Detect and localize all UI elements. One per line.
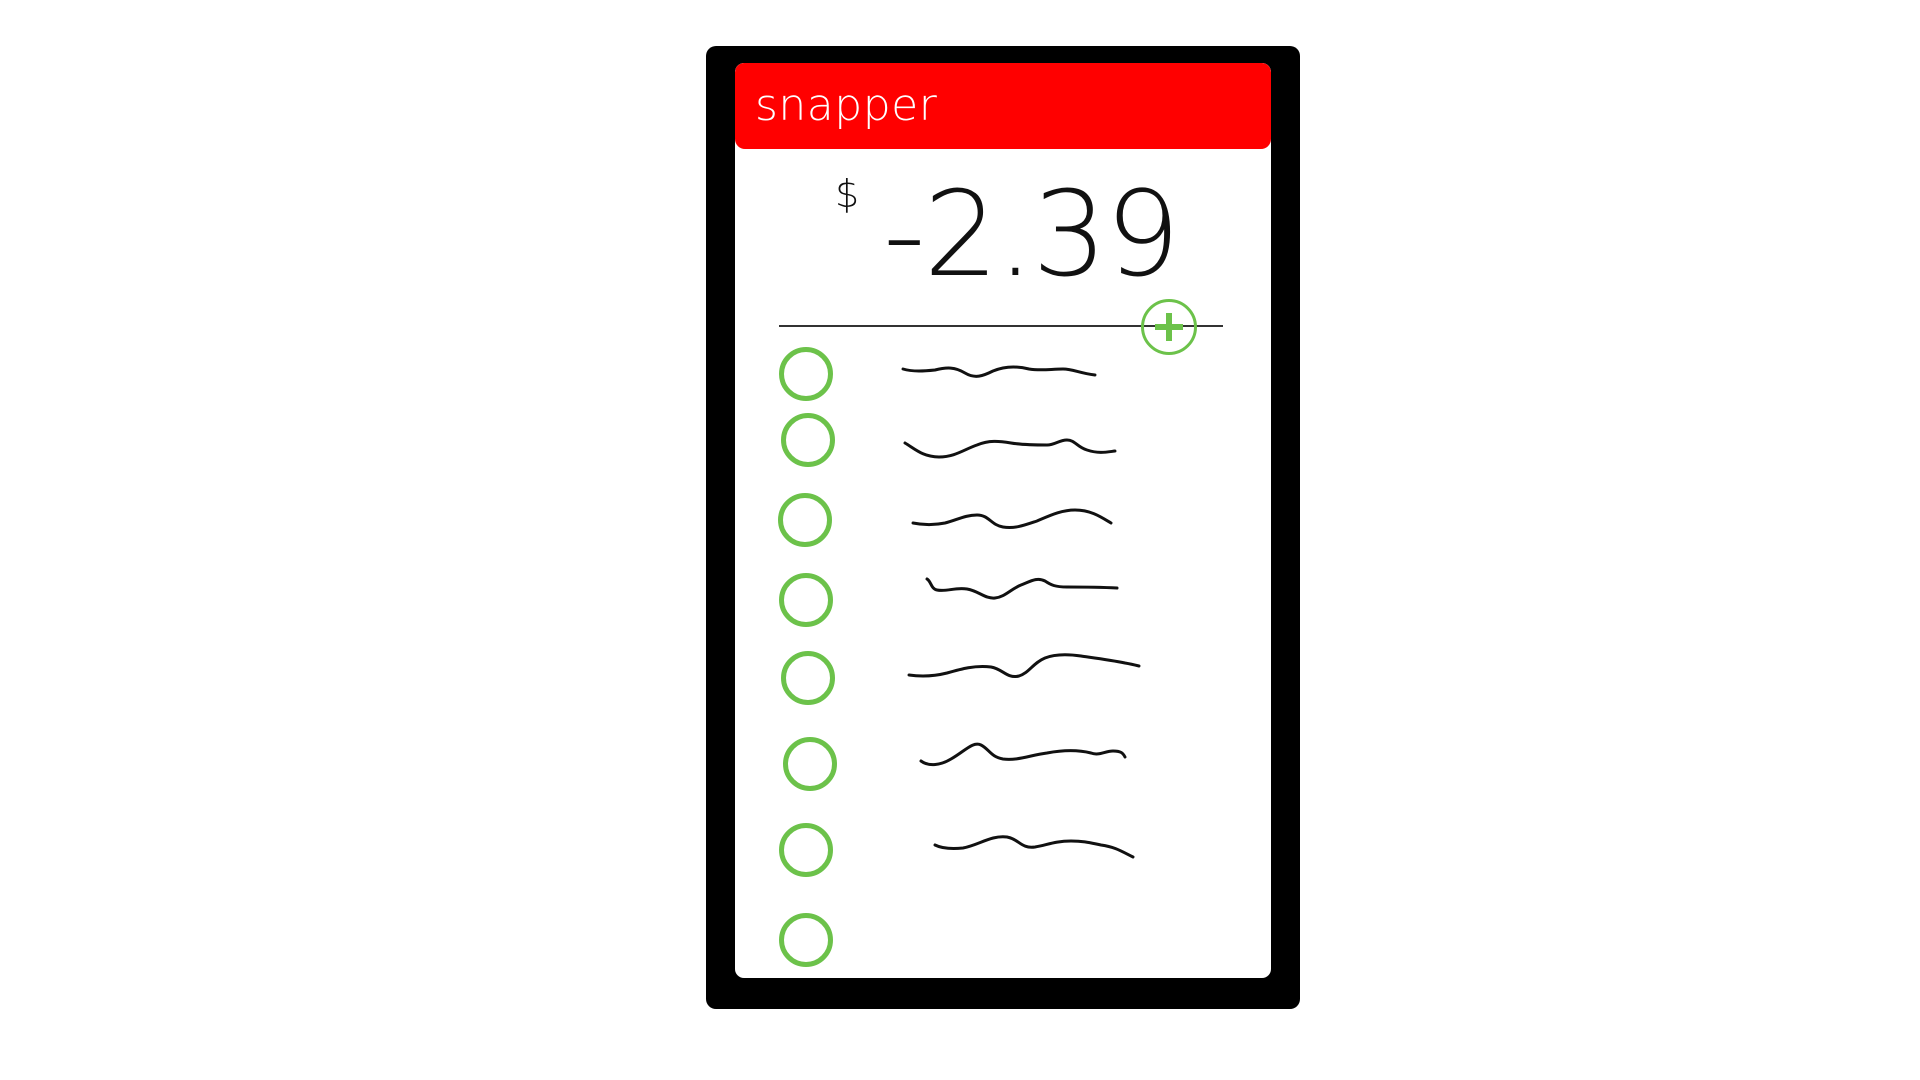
list-item[interactable] bbox=[735, 339, 1271, 409]
list-item[interactable] bbox=[735, 565, 1271, 635]
handwritten-text-scribble bbox=[933, 835, 1135, 859]
checkbox-circle[interactable] bbox=[778, 493, 832, 547]
list-item[interactable] bbox=[735, 405, 1271, 475]
handwritten-text-scribble bbox=[925, 577, 1119, 600]
handwritten-text-scribble bbox=[919, 742, 1127, 767]
list-item[interactable] bbox=[735, 815, 1271, 885]
checkbox-circle[interactable] bbox=[781, 413, 835, 467]
page: snapper $ -2.39 bbox=[0, 0, 1920, 1080]
handwritten-text-scribble bbox=[907, 653, 1141, 679]
checkbox-circle[interactable] bbox=[779, 347, 833, 401]
checkbox-circle[interactable] bbox=[781, 651, 835, 705]
app-screen: snapper $ -2.39 bbox=[735, 63, 1271, 978]
item-list bbox=[735, 63, 1271, 978]
device-frame: snapper $ -2.39 bbox=[706, 46, 1300, 1009]
list-item[interactable] bbox=[735, 905, 1271, 975]
handwritten-text-scribble bbox=[911, 508, 1113, 529]
checkbox-circle[interactable] bbox=[783, 737, 837, 791]
list-item[interactable] bbox=[735, 729, 1271, 799]
checkbox-circle[interactable] bbox=[779, 573, 833, 627]
handwritten-text-scribble bbox=[903, 438, 1117, 459]
list-item[interactable] bbox=[735, 643, 1271, 713]
checkbox-circle[interactable] bbox=[779, 913, 833, 967]
checkbox-circle[interactable] bbox=[779, 823, 833, 877]
list-item[interactable] bbox=[735, 485, 1271, 555]
handwritten-text-scribble bbox=[901, 365, 1097, 378]
